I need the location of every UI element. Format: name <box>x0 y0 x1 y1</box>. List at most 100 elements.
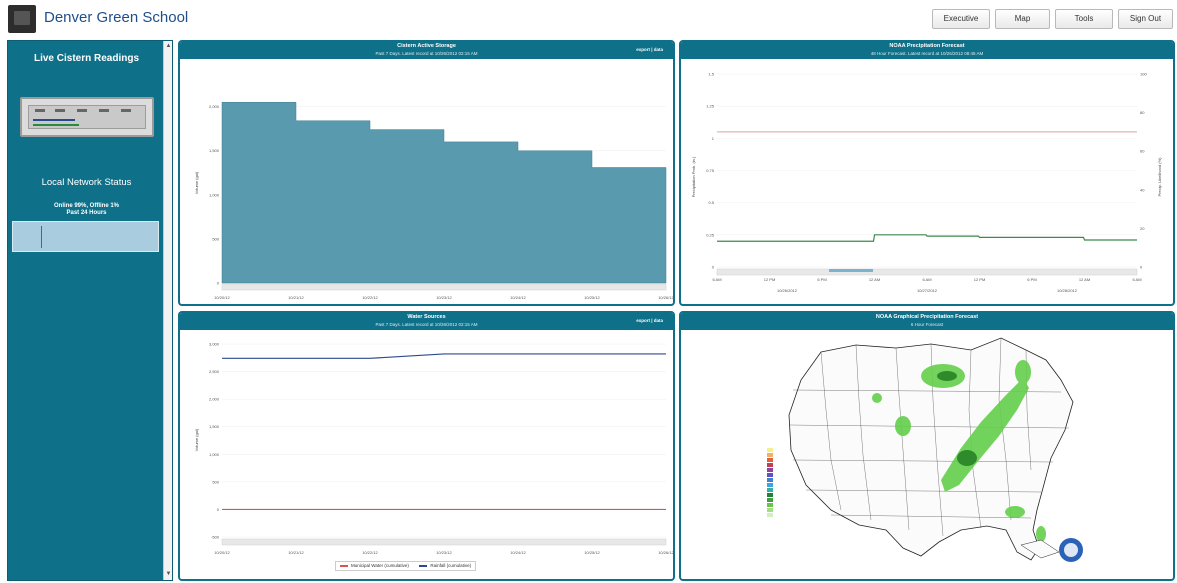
x-tick-label: 12 PM <box>764 277 776 282</box>
rainfall-series <box>222 353 666 359</box>
x-tick-label: 10/24/12 <box>510 550 526 555</box>
legend-swatch-municipal <box>340 565 348 567</box>
x-tick-label: 10/20/12 <box>214 295 230 300</box>
sources-panel-title: Water Sources <box>407 314 446 320</box>
date-label: 10/27/2012 <box>917 288 938 293</box>
storage-panel-title: Cistern Active Storage <box>397 43 456 49</box>
y-left-tick-label: 1.25 <box>706 104 715 109</box>
x-tick-label: 10/24/12 <box>510 295 526 300</box>
offline-marker <box>41 226 42 248</box>
precip-color-scale <box>767 448 773 517</box>
y-tick-label: 1,000 <box>209 192 220 197</box>
y-left-tick-label: 0.25 <box>706 232 715 237</box>
x-tick-label: 6 AM <box>1132 277 1141 282</box>
y-left-tick-label: 0.5 <box>708 200 714 205</box>
x-tick-label: 6 PM <box>1027 277 1036 282</box>
storage-export-link[interactable]: export | data <box>636 47 663 52</box>
cistern-gauge[interactable] <box>20 97 154 137</box>
y-right-tick-label: 20 <box>1140 226 1145 231</box>
y-left-tick-label: 1 <box>712 136 715 141</box>
x-tick-label: 12 PM <box>974 277 986 282</box>
x-tick-label: 6 AM <box>922 277 931 282</box>
y-left-tick-label: 1.5 <box>708 72 714 77</box>
y-tick-label: 500 <box>212 479 219 484</box>
sources-panel: Water Sources Past 7 Days. Latest record… <box>178 311 675 581</box>
y-tick-label: 1,000 <box>209 452 220 457</box>
executive-button[interactable]: Executive <box>932 9 990 29</box>
sources-legend: Municipal Water (cumulative) Rainfall (c… <box>335 561 477 571</box>
x-tick-label: 10/22/12 <box>362 550 378 555</box>
network-status-title: Local Network Status <box>41 177 132 188</box>
map-panel-title: NOAA Graphical Precipitation Forecast <box>875 314 979 320</box>
y-tick-label: 3,000 <box>209 342 220 347</box>
sources-chart: Volume (gal) -500 0 500 1,000 1,500 2,000 2,50… <box>194 342 673 556</box>
gauge-tick <box>121 109 131 112</box>
network-status-summary: Online 99%, Offline 1% <box>53 203 119 209</box>
legend-rainfall-label: Rainfall (cumulative) <box>430 563 472 568</box>
legend-municipal-label: Municipal Water (cumulative) <box>351 563 409 568</box>
precip-likelihood-series <box>717 234 1137 242</box>
precip-panel-title: NOAA Precipitation Forecast <box>889 43 965 49</box>
y-left-tick-label: 0.75 <box>706 168 715 173</box>
sources-range-scrollbar[interactable] <box>221 538 667 546</box>
map-panel: NOAA Graphical Precipitation Forecast 6 … <box>679 311 1175 581</box>
y-tick-label: 500 <box>212 236 219 241</box>
x-tick-label: 6 AM <box>712 277 721 282</box>
tools-button[interactable]: Tools <box>1055 9 1113 29</box>
y-tick-label: 1,500 <box>209 424 220 429</box>
x-tick-label: 10/20/12 <box>214 550 230 555</box>
school-name: Denver Green School <box>44 9 189 26</box>
precip-forecast-map <box>767 337 1083 562</box>
sidebar-title: Live Cistern Readings <box>33 53 140 64</box>
storage-panel-header: Cistern Active Storage Past 7 Days. Late… <box>180 42 673 59</box>
sources-panel-subtitle: Past 7 Days. Latest record at 10/26/2012… <box>375 322 478 327</box>
y-tick-label: -500 <box>211 535 220 540</box>
noaa-logo-center-icon <box>1064 543 1078 557</box>
y-tick-label: 0 <box>217 281 220 286</box>
y-right-tick-label: 100 <box>1140 72 1147 77</box>
precip-chart: Precipitation Prob. (in.) Precip. Likeli… <box>691 72 1162 294</box>
storage-chart: Volume (gal) 0 500 1,000 1,500 2,000 10/20/1… <box>194 101 673 300</box>
x-tick-label: 12 AM <box>1079 277 1090 282</box>
gauge-tick <box>99 109 109 112</box>
precip-panel-header: NOAA Precipitation Forecast 48 Hour Fore… <box>681 42 1173 59</box>
legend-swatch-rainfall <box>419 565 428 567</box>
precip-panel-subtitle: 48 Hour Forecast. Latest record at 10/26… <box>870 51 984 56</box>
y-right-tick-label: 0 <box>1140 265 1143 270</box>
storage-range-scrollbar[interactable] <box>221 283 667 291</box>
precip-y-axis-right-label: Precip. Likelihood (%) <box>1157 157 1162 197</box>
gauge-level-bar <box>33 124 79 126</box>
y-right-tick-label: 60 <box>1140 149 1145 154</box>
x-tick-label: 10/22/12 <box>362 295 378 300</box>
network-status-period: Past 24 Hours <box>66 210 107 216</box>
x-tick-label: 12 AM <box>869 277 880 282</box>
sidebar: Live Cistern Readings Local Network Stat… <box>7 40 173 581</box>
y-tick-label: 1,500 <box>209 148 220 153</box>
x-tick-label: 10/21/12 <box>288 295 304 300</box>
network-status-bar[interactable] <box>12 221 159 252</box>
x-tick-label: 10/23/12 <box>436 295 452 300</box>
storage-panel-subtitle: Past 7 Days. Latest record at 10/26/2012… <box>375 51 478 56</box>
top-bar: Denver Green School Executive Map Tools … <box>0 0 1177 38</box>
sources-export-link[interactable]: export | data <box>636 318 663 323</box>
gauge-tick <box>35 109 45 112</box>
y-tick-label: 0 <box>217 507 220 512</box>
scroll-up-icon[interactable]: ▲ <box>165 43 172 50</box>
x-tick-label: 10/25/12 <box>584 295 600 300</box>
y-left-tick-label: 0 <box>712 265 715 270</box>
map-button[interactable]: Map <box>995 9 1050 29</box>
y-right-tick-label: 40 <box>1140 187 1145 192</box>
date-label: 10/26/2012 <box>777 288 798 293</box>
precip-range-scrollbar[interactable] <box>716 268 1138 276</box>
precip-range-handle[interactable] <box>829 269 873 272</box>
x-tick-label: 10/21/12 <box>288 550 304 555</box>
sidebar-scrollbar[interactable]: ▲ ▼ <box>163 41 172 580</box>
sign-out-button[interactable]: Sign Out <box>1118 9 1173 29</box>
y-tick-label: 2,500 <box>209 369 220 374</box>
sources-panel-header: Water Sources Past 7 Days. Latest record… <box>180 313 673 330</box>
gauge-level-bar <box>33 119 75 121</box>
storage-area-series <box>221 101 667 284</box>
x-tick-label: 10/26/12 <box>658 550 673 555</box>
scroll-down-icon[interactable]: ▼ <box>165 571 172 578</box>
school-logo-icon <box>8 5 36 33</box>
